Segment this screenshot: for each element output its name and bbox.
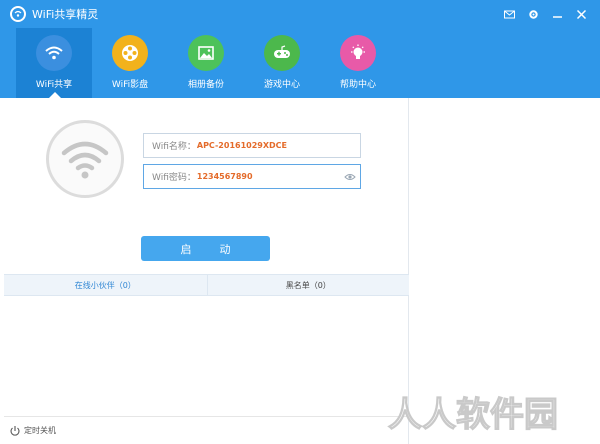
watermark-text: 人人软件园 [388,395,558,435]
tool-label: WiFi共享 [35,80,73,90]
wifi-password-label: Wifi密码： [152,173,196,183]
tool-wifi-disk[interactable]: WiFi影盘 [92,28,168,98]
footer-bar: 定时关机 [4,416,409,444]
gear-icon[interactable] [526,7,540,21]
tool-label: 相册备份 [187,80,224,90]
lightbulb-icon [340,35,376,71]
start-button[interactable]: 启动 [141,236,270,261]
tool-help-center[interactable]: 帮助中心 [320,28,396,98]
wifi-password-field[interactable]: Wifi密码： 1234567890 [143,164,361,189]
wifi-share-panel: Wifi名称： APC-20161029XDCE Wifi密码： 1234567… [0,98,409,444]
device-tabs: 在线小伙伴（0） 黑名单（0） [4,274,409,296]
gamepad-icon [264,35,300,71]
eye-icon[interactable] [344,171,356,183]
tool-label: 游戏中心 [263,80,300,90]
main-toolbar: WiFi共享 WiFi影盘 相册备份 游戏中心 帮助中心 [0,28,600,98]
power-icon[interactable] [9,425,21,437]
tool-game-center[interactable]: 游戏中心 [244,28,320,98]
wifi-name-value[interactable]: APC-20161029XDCE [197,141,287,150]
tool-wifi-share[interactable]: WiFi共享 [16,28,92,98]
film-reel-icon [112,35,148,71]
photo-icon [188,35,224,71]
tool-label: 帮助中心 [339,80,376,90]
tool-album-backup[interactable]: 相册备份 [168,28,244,98]
window-title: WiFi共享精灵 [32,8,99,21]
tab-online-devices[interactable]: 在线小伙伴（0） [4,275,207,295]
title-bar: WiFi共享精灵 [0,0,600,28]
minimize-icon[interactable] [550,7,564,21]
wifi-name-field[interactable]: Wifi名称： APC-20161029XDCE [143,133,361,158]
close-icon[interactable] [574,7,588,21]
wifi-status-icon [46,120,124,198]
tab-blacklist[interactable]: 黑名单（0） [206,275,410,295]
wifi-icon [36,35,72,71]
wifi-name-label: Wifi名称： [152,142,196,152]
window-controls [502,0,588,28]
tool-label: WiFi影盘 [111,80,149,90]
wifi-password-value[interactable]: 1234567890 [197,172,253,181]
watermark-logo: 人人软件园 [387,394,558,435]
app-window: WiFi共享精灵 WiFi共享 WiFi影盘 相册备份 游戏中心 帮助中心 Wi… [0,0,600,444]
timer-shutdown-link[interactable]: 定时关机 [24,425,56,436]
app-logo-icon [10,6,26,22]
mail-icon[interactable] [502,7,516,21]
